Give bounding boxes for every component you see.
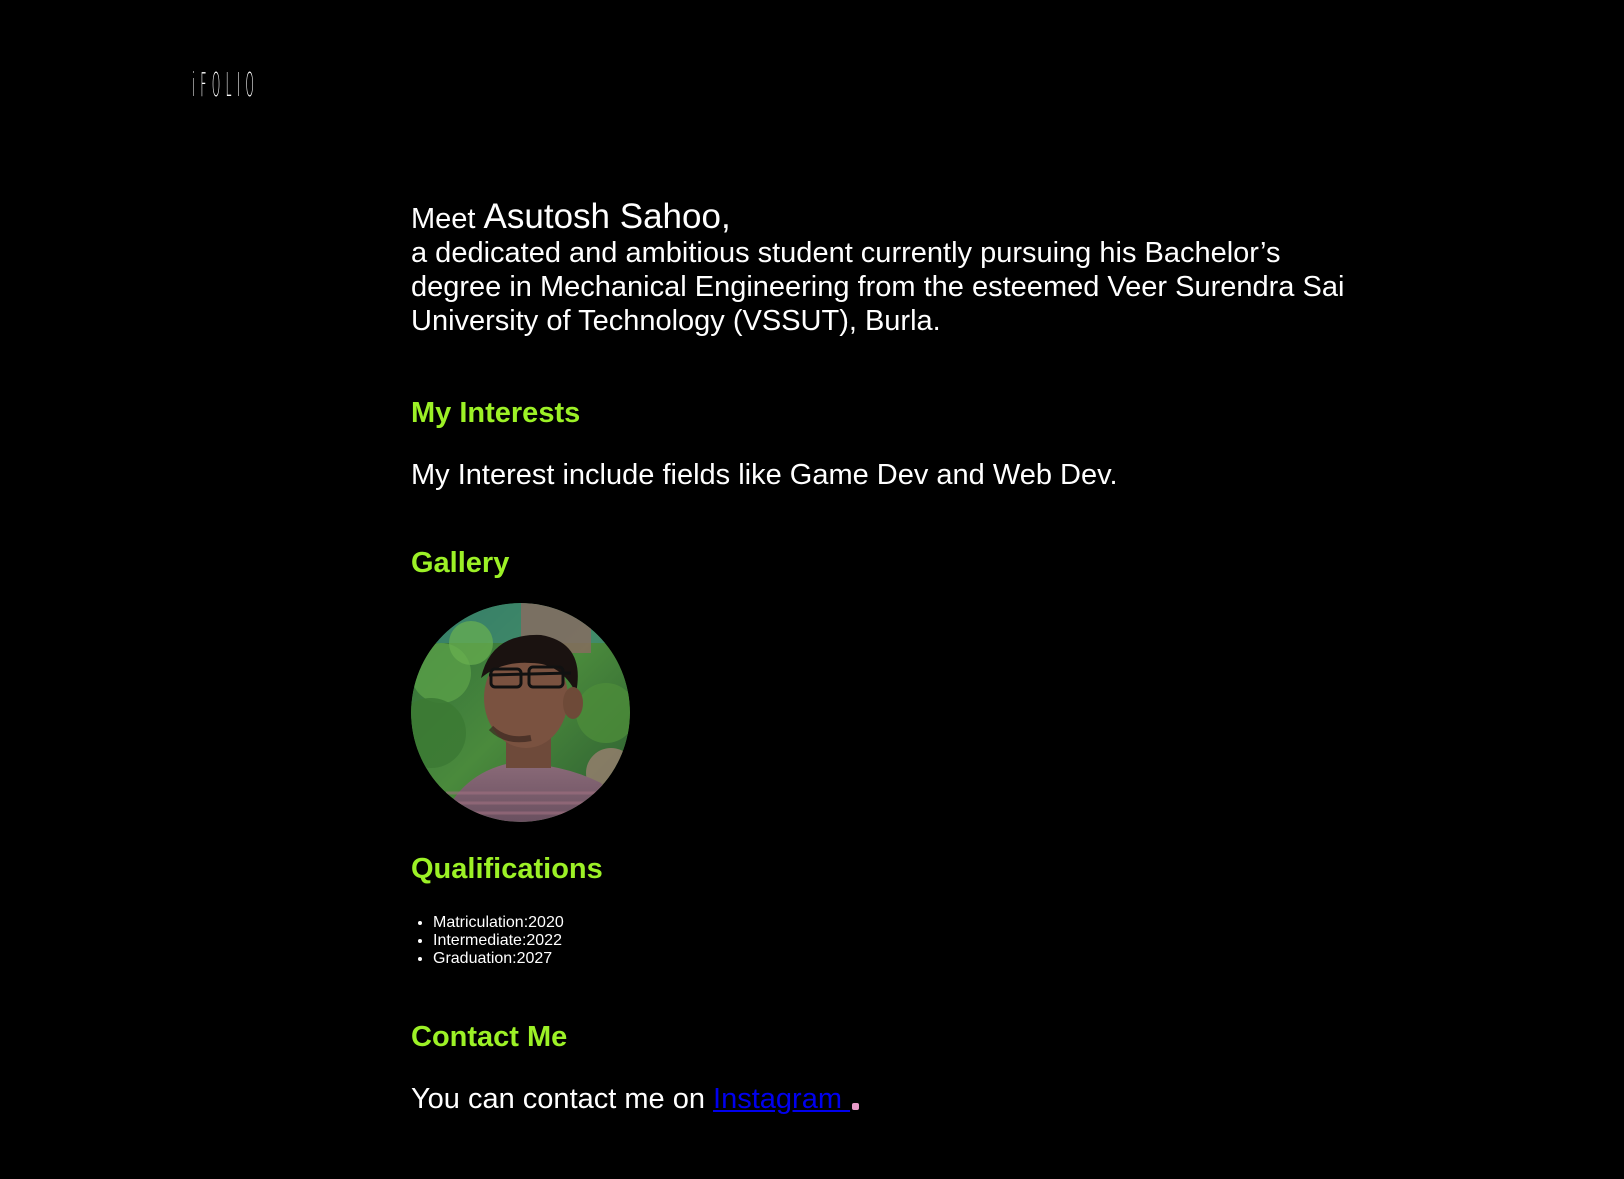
list-item: Matriculation:2020	[433, 914, 1371, 932]
intro-description: a dedicated and ambitious student curren…	[411, 237, 1345, 337]
site-logo[interactable]: iFOLIO	[192, 68, 259, 101]
contact-prefix: You can contact me on	[411, 1083, 714, 1115]
main-content: Meet Asutosh Sahoo, a dedicated and ambit…	[411, 197, 1371, 1116]
intro-paragraph: Meet Asutosh Sahoo, a dedicated and ambit…	[411, 197, 1371, 338]
interests-text: My Interest include fields like Game Dev…	[411, 459, 1118, 491]
contact-heading: Contact Me	[411, 1021, 568, 1053]
interests-heading: My Interests	[411, 397, 581, 429]
qualifications-heading: Qualifications	[411, 853, 603, 885]
instagram-link[interactable]: Instagram	[713, 1083, 850, 1115]
intro-meet: Meet	[411, 203, 476, 235]
intro-name: Asutosh Sahoo,	[483, 197, 731, 236]
list-item: Graduation:2027	[433, 950, 1371, 968]
gallery-photo	[411, 603, 630, 822]
page: iFOLIO Meet Asutosh Sahoo, a dedicated an…	[0, 0, 1624, 1179]
list-item: Intermediate:2022	[433, 932, 1371, 950]
contact-text: You can contact me on Instagram	[411, 1082, 1371, 1116]
gallery-heading: Gallery	[411, 547, 510, 579]
portrait-photo	[411, 603, 630, 822]
instagram-icon	[852, 1103, 860, 1110]
qualifications-list: Matriculation:2020 Intermediate:2022 Gra…	[411, 914, 1371, 968]
